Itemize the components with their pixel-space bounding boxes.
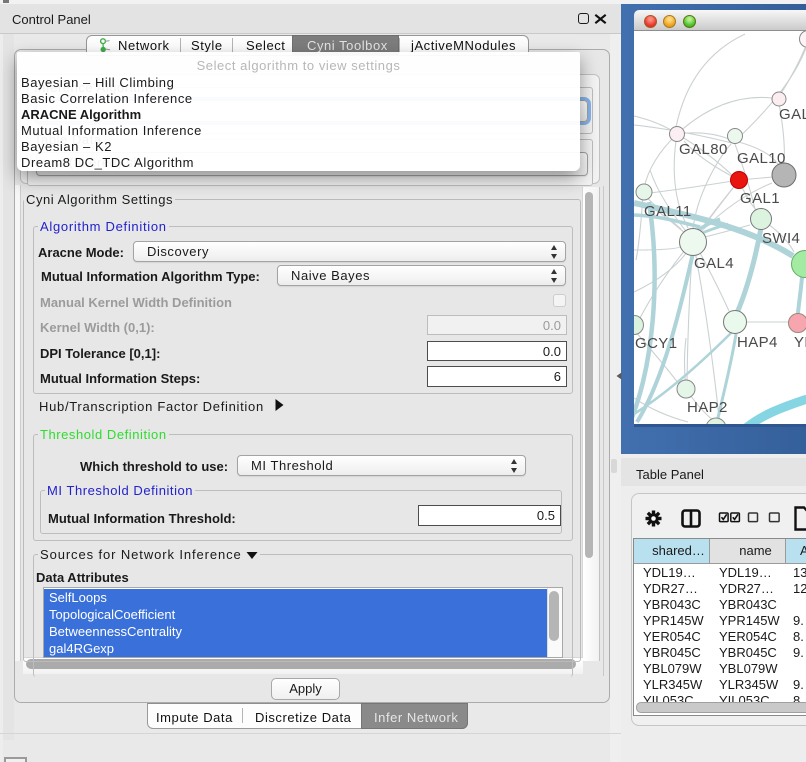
svg-text:GAL80: GAL80 (679, 141, 728, 158)
svg-text:GAL1: GAL1 (740, 190, 780, 207)
svg-text:SWI4: SWI4 (762, 230, 800, 247)
svg-text:HAP4: HAP4 (737, 334, 778, 351)
svg-text:GAL11: GAL11 (644, 203, 692, 220)
svg-text:GAL7: GAL7 (779, 106, 806, 123)
svg-text:GAL4: GAL4 (694, 255, 734, 272)
svg-text:GCY1: GCY1 (635, 335, 677, 352)
svg-text:HAP2: HAP2 (687, 399, 728, 416)
svg-text:GAL10: GAL10 (737, 150, 786, 167)
svg-text:YEL0: YEL0 (794, 334, 806, 351)
